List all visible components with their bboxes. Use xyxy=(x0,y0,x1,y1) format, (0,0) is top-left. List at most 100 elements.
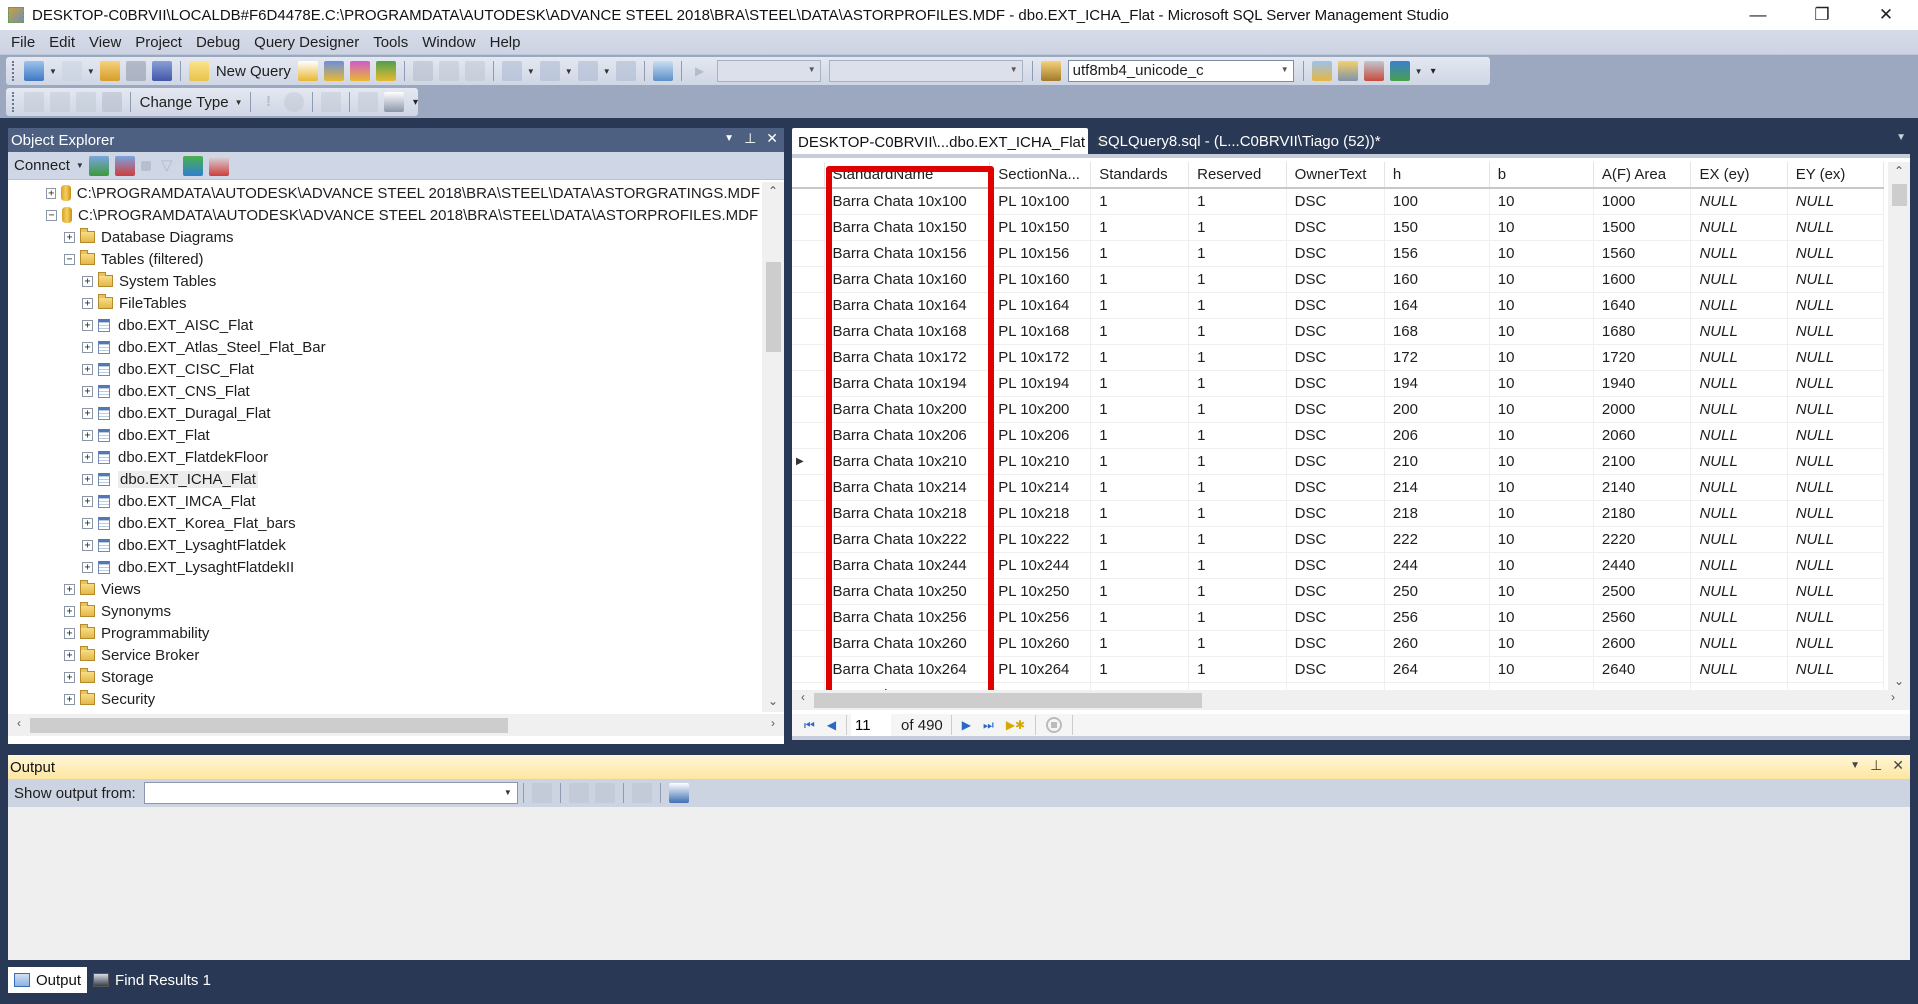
scroll-down-icon[interactable]: ⌄ xyxy=(1888,674,1910,688)
table-cell[interactable]: 1 xyxy=(1090,604,1190,631)
new-project-icon[interactable] xyxy=(24,61,44,81)
tree-node[interactable]: + dbo.EXT_Atlas_Steel_Flat_Bar xyxy=(8,336,760,358)
tree-node[interactable]: + dbo.EXT_AISC_Flat xyxy=(8,314,760,336)
table-cell[interactable]: 1 xyxy=(1188,552,1287,579)
row-selector[interactable] xyxy=(792,656,825,683)
table-cell[interactable]: NULL xyxy=(1787,266,1884,293)
scroll-left-icon[interactable]: ‹ xyxy=(8,716,30,730)
table-cell[interactable]: NULL xyxy=(1690,292,1788,319)
column-header[interactable]: EY (ex) xyxy=(1787,162,1884,189)
table-cell[interactable]: 1680 xyxy=(1593,318,1692,345)
table-cell[interactable]: PL 10x160 xyxy=(989,266,1092,293)
table-cell[interactable]: Barra Chata 10x214 xyxy=(824,474,991,501)
column-header[interactable]: Reserved xyxy=(1188,162,1287,189)
table-row[interactable]: Barra Chata 10x260 PL 10x260 1 1 DSC 260 10 260… xyxy=(792,630,1884,657)
table-cell[interactable]: NULL xyxy=(1690,266,1788,293)
tree-node[interactable]: + dbo.EXT_FlatdekFloor xyxy=(8,446,760,468)
table-cell[interactable]: 150 xyxy=(1384,214,1490,241)
paste-icon[interactable] xyxy=(464,61,485,81)
table-cell[interactable]: 10 xyxy=(1489,344,1594,371)
navigate-forward-icon[interactable] xyxy=(615,61,636,81)
table-cell[interactable]: DSC xyxy=(1286,526,1385,553)
table-cell[interactable]: 10 xyxy=(1489,552,1594,579)
table-cell[interactable]: 1 xyxy=(1188,396,1287,423)
row-selector[interactable] xyxy=(792,552,825,579)
new-record-icon[interactable]: ▶✱ xyxy=(1006,718,1025,732)
object-explorer-icon[interactable] xyxy=(1311,61,1332,81)
next-record-icon[interactable]: ▶ xyxy=(962,718,971,732)
table-cell[interactable]: DSC xyxy=(1286,318,1385,345)
table-row[interactable]: Barra Chata 10x168 PL 10x168 1 1 DSC 168 10 168… xyxy=(792,318,1884,345)
table-cell[interactable]: Barra Chata 10x100 xyxy=(824,188,991,215)
table-cell[interactable]: 1 xyxy=(1090,448,1190,475)
tab-ext-icha-flat[interactable]: DESKTOP-C0BRVII\...dbo.EXT_ICHA_Flat ✕ xyxy=(792,128,1108,154)
open-file-icon[interactable] xyxy=(99,61,120,81)
table-cell[interactable]: 1940 xyxy=(1593,370,1692,397)
toolbar-grip[interactable] xyxy=(12,61,15,81)
table-cell[interactable]: NULL xyxy=(1787,448,1884,475)
table-row[interactable]: Barra Chata 10x244 PL 10x244 1 1 DSC 244 10 244… xyxy=(792,552,1884,579)
row-selector[interactable] xyxy=(792,578,825,605)
save-icon[interactable] xyxy=(125,61,146,81)
find-message-in-code-icon[interactable] xyxy=(531,783,552,803)
tree-node[interactable]: + Storage xyxy=(8,666,760,688)
collapse-icon[interactable]: − xyxy=(64,253,75,265)
tree-node[interactable]: + Views xyxy=(8,578,760,600)
expand-icon[interactable]: + xyxy=(82,429,93,441)
table-cell[interactable]: 1 xyxy=(1188,188,1287,215)
table-cell[interactable]: NULL xyxy=(1690,656,1788,683)
table-cell[interactable]: 2220 xyxy=(1593,526,1692,553)
table-cell[interactable]: NULL xyxy=(1690,552,1788,579)
table-cell[interactable]: NULL xyxy=(1690,422,1788,449)
table-cell[interactable]: 1 xyxy=(1090,214,1190,241)
table-row[interactable]: Barra Chata 10x156 PL 10x156 1 1 DSC 156 10 156… xyxy=(792,240,1884,267)
column-header[interactable]: h xyxy=(1384,162,1490,189)
execute-icon[interactable]: ▶ xyxy=(690,61,710,81)
window-layout-icon[interactable] xyxy=(1389,61,1410,81)
table-row[interactable]: Barra Chata 10x100 PL 10x100 1 1 DSC 100 10 100… xyxy=(792,188,1884,215)
collation-combo[interactable]: utf8mb4_unicode_c ▼ xyxy=(1067,60,1294,82)
table-row[interactable]: Barra Chata 10x222 PL 10x222 1 1 DSC 222 10 222… xyxy=(792,526,1884,553)
menu-view[interactable]: View xyxy=(82,34,128,51)
table-cell[interactable]: NULL xyxy=(1787,396,1884,423)
table-cell[interactable]: PL 10x150 xyxy=(989,214,1092,241)
table-cell[interactable]: NULL xyxy=(1690,448,1788,475)
tree-node[interactable]: + System Tables xyxy=(8,270,760,292)
tree-node[interactable]: − Tables (filtered) xyxy=(8,248,760,270)
table-cell[interactable]: 1 xyxy=(1090,292,1190,319)
tree-node[interactable]: + Security xyxy=(8,688,760,710)
activity-monitor-icon[interactable] xyxy=(652,61,673,81)
tree-node[interactable]: + dbo.EXT_CISC_Flat xyxy=(8,358,760,380)
table-cell[interactable]: 10 xyxy=(1489,214,1594,241)
table-cell[interactable]: NULL xyxy=(1690,474,1788,501)
table-cell[interactable]: DSC xyxy=(1286,604,1385,631)
last-record-icon[interactable]: ⏭ xyxy=(983,718,994,733)
collapse-icon[interactable]: − xyxy=(46,209,57,221)
expand-icon[interactable]: + xyxy=(82,341,93,353)
table-cell[interactable]: 222 xyxy=(1384,526,1490,553)
copy-icon[interactable] xyxy=(438,61,459,81)
object-explorer-vertical-scrollbar[interactable]: ⌃ ⌄ xyxy=(762,182,784,712)
table-cell[interactable]: 1600 xyxy=(1593,266,1692,293)
table-row[interactable]: Barra Chata 10x172 PL 10x172 1 1 DSC 172 10 172… xyxy=(792,344,1884,371)
table-cell[interactable]: Barra Chata 10x160 xyxy=(824,266,991,293)
table-cell[interactable]: 1 xyxy=(1188,682,1287,690)
table-cell[interactable]: Barra Chata 10x222 xyxy=(824,526,991,553)
table-cell[interactable]: NULL xyxy=(1787,578,1884,605)
table-cell[interactable]: 1 xyxy=(1090,474,1190,501)
table-cell[interactable]: 1 xyxy=(1188,370,1287,397)
table-cell[interactable]: 10 xyxy=(1489,318,1594,345)
show-sql-pane-icon[interactable] xyxy=(75,92,96,112)
expand-icon[interactable]: + xyxy=(82,473,93,485)
show-diagram-pane-icon[interactable] xyxy=(24,92,44,112)
table-cell[interactable]: 1500 xyxy=(1593,214,1692,241)
column-header[interactable]: b xyxy=(1489,162,1594,189)
table-cell[interactable]: PL 10x222 xyxy=(989,526,1092,553)
table-cell[interactable]: 10 xyxy=(1489,396,1594,423)
tree-node[interactable]: + dbo.EXT_Duragal_Flat xyxy=(8,402,760,424)
table-cell[interactable]: 1 xyxy=(1090,396,1190,423)
scroll-right-icon[interactable]: › xyxy=(762,716,784,730)
table-cell[interactable]: 1 xyxy=(1090,552,1190,579)
row-selector[interactable] xyxy=(792,318,825,345)
window-position-dropdown-icon[interactable]: ▼ xyxy=(1850,757,1860,775)
